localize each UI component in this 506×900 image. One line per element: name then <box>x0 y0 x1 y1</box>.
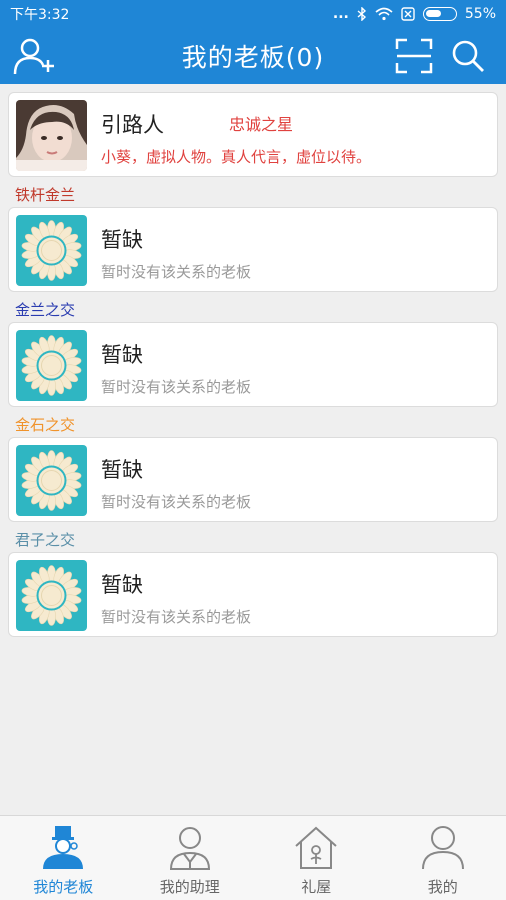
nav-label: 我的老板 <box>33 878 94 896</box>
boss-description: 暂时没有该关系的老板 <box>101 378 252 396</box>
scan-button[interactable] <box>392 36 436 76</box>
nav-item-profile[interactable]: 我的 <box>380 816 506 900</box>
scan-icon <box>395 38 433 74</box>
nav-label: 我的助理 <box>159 878 220 896</box>
section-label: 金石之交 <box>15 416 76 434</box>
featured-boss-card[interactable]: 引路人 忠诚之星 小葵，虚拟人物。真人代言，虚位以待。 <box>8 92 498 177</box>
boss-icon <box>43 826 84 869</box>
sunflower-icon <box>21 335 82 396</box>
wifi-icon <box>375 7 393 21</box>
avatar <box>16 445 87 516</box>
search-icon <box>452 40 484 72</box>
page-title: 我的老板(0) <box>181 43 325 72</box>
boss-name: 引路人 <box>101 113 164 137</box>
status-badge: 忠诚之星 <box>229 115 294 134</box>
avatar <box>16 215 87 286</box>
boss-card[interactable]: 暂缺暂时没有该关系的老板 <box>8 207 498 292</box>
avatar <box>16 100 87 171</box>
nav-item-my-assistant[interactable]: 我的助理 <box>127 816 254 900</box>
boss-card[interactable]: 暂缺暂时没有该关系的老板 <box>8 322 498 407</box>
sim-icon <box>401 7 415 21</box>
sunflower-icon <box>21 450 82 511</box>
bluetooth-icon <box>357 7 366 21</box>
profile-icon <box>421 826 464 870</box>
section-label: 铁杆金兰 <box>15 186 76 204</box>
avatar <box>16 330 87 401</box>
portrait-avatar-icon <box>16 100 87 171</box>
status-icons: ... 55% <box>333 6 496 22</box>
status-time: 下午3:32 <box>10 7 70 23</box>
boss-name: 暂缺 <box>101 458 143 482</box>
status-bar: 下午3:32 ... 55% <box>0 0 506 28</box>
nav-item-gift-house[interactable]: 礼屋 <box>253 816 380 900</box>
section-label: 君子之交 <box>15 531 76 549</box>
boss-description: 小葵，虚拟人物。真人代言，虚位以待。 <box>101 148 372 166</box>
boss-description: 暂时没有该关系的老板 <box>101 263 252 281</box>
boss-card[interactable]: 暂缺暂时没有该关系的老板 <box>8 437 498 522</box>
battery-icon <box>422 7 457 21</box>
app-header: 我的老板(0) <box>0 28 506 84</box>
section-label: 金兰之交 <box>15 301 76 319</box>
assistant-icon <box>169 827 210 870</box>
sunflower-icon <box>21 565 82 626</box>
boss-description: 暂时没有该关系的老板 <box>101 608 252 626</box>
add-user-button[interactable] <box>12 36 56 76</box>
add-user-icon <box>13 38 54 75</box>
nav-label: 礼屋 <box>301 878 332 896</box>
boss-card[interactable]: 暂缺暂时没有该关系的老板 <box>8 552 498 637</box>
nav-item-my-boss[interactable]: 我的老板 <box>0 816 127 900</box>
search-button[interactable] <box>446 36 490 76</box>
boss-name: 暂缺 <box>101 228 143 252</box>
more-dots-icon: ... <box>332 6 349 22</box>
battery-percent: 55% <box>464 6 496 22</box>
nav-label: 我的 <box>427 878 458 896</box>
boss-name: 暂缺 <box>101 343 143 367</box>
sunflower-icon <box>21 220 82 281</box>
bottom-nav: 我的老板 我的助理 礼屋 我的 <box>0 815 506 900</box>
avatar <box>16 560 87 631</box>
boss-description: 暂时没有该关系的老板 <box>101 493 252 511</box>
boss-name: 暂缺 <box>101 573 143 597</box>
gift-house-icon <box>295 826 337 869</box>
